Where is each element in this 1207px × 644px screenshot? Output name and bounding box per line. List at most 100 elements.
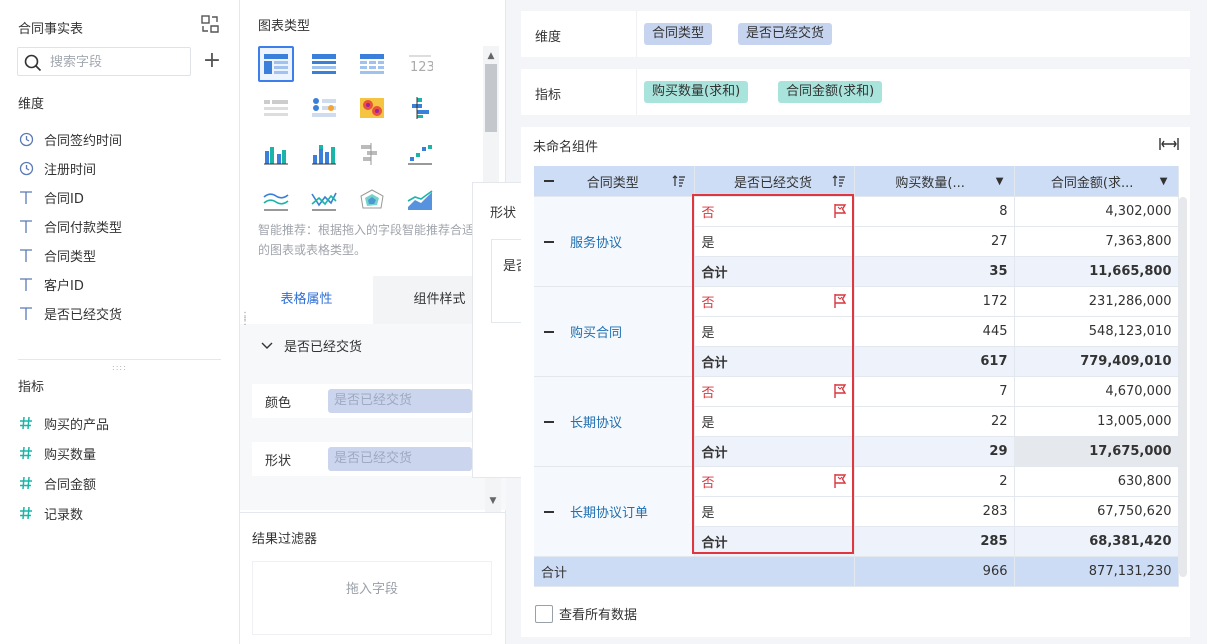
- waterfall-icon[interactable]: [354, 136, 390, 172]
- scroll-up-icon[interactable]: ▲: [486, 51, 496, 61]
- panel-drag-handle[interactable]: ⋮ ⋮: [240, 312, 250, 330]
- property-section-header[interactable]: 是否已经交货: [260, 336, 362, 355]
- delivered-cell: 是: [694, 316, 855, 347]
- dimension-bar: 维度 合同类型 是否已经交货: [521, 11, 1190, 57]
- bar-chart-icon[interactable]: [258, 136, 294, 172]
- resize-grip-icon[interactable]: ::::: [112, 363, 128, 372]
- shape-field-pill[interactable]: 是否已经交货: [328, 447, 472, 471]
- field-item[interactable]: 合同签约时间: [18, 128, 122, 150]
- text-type-icon: [18, 276, 34, 292]
- field-item[interactable]: 合同类型: [18, 244, 96, 266]
- drop-hint: 拖入字段: [345, 582, 398, 597]
- group-cell[interactable]: 服务协议: [534, 196, 695, 287]
- shape-property-row: 形状 是否已经交货: [252, 442, 473, 476]
- sort-icon[interactable]: [832, 175, 846, 187]
- metric-chip[interactable]: 购买数量(求和): [644, 81, 749, 103]
- table-header-row: 合同类型 是否已经交货 购买数量(... ▼ 合同金额(求... ▼: [534, 166, 1179, 197]
- collapse-all-icon[interactable]: [544, 180, 554, 182]
- delivered-cell: 合计: [694, 346, 855, 377]
- header-contract-type[interactable]: 合同类型: [534, 166, 695, 197]
- filter-drop-zone[interactable]: 拖入字段: [252, 561, 492, 635]
- cross-table-icon[interactable]: [258, 46, 294, 82]
- add-field-button[interactable]: +: [202, 50, 222, 72]
- group-table-icon[interactable]: [306, 46, 342, 82]
- field-item[interactable]: 购买数量: [18, 442, 96, 464]
- amount-cell: 779,409,010: [1014, 346, 1179, 377]
- expand-width-icon[interactable]: [1159, 137, 1179, 151]
- delivered-value: 是: [701, 326, 715, 341]
- view-all-data[interactable]: 查看所有数据: [535, 604, 637, 623]
- field-item[interactable]: 记录数: [18, 502, 83, 524]
- table-widget: 未命名组件 合同类型 是否已经交货 购买数量(... ▼ 合同金额(求... ▼…: [521, 127, 1190, 637]
- field-name: 合同类型: [44, 249, 97, 265]
- metric-bar-label: 指标: [535, 88, 562, 103]
- sort-icon[interactable]: [672, 175, 686, 187]
- text-widget-icon[interactable]: [258, 90, 294, 126]
- color-field-pill[interactable]: 是否已经交货: [328, 389, 472, 413]
- search-input[interactable]: [50, 52, 186, 72]
- collapse-icon[interactable]: [544, 420, 554, 423]
- header-label: 购买数量(...: [895, 175, 965, 191]
- detail-table-icon[interactable]: [354, 46, 390, 82]
- field-item[interactable]: 合同付款类型: [18, 215, 122, 237]
- property-tabs: 表格属性 组件样式: [240, 276, 506, 324]
- header-quantity[interactable]: 购买数量(... ▼: [854, 166, 1015, 197]
- table-scrollbar[interactable]: [1179, 197, 1187, 577]
- table-row: 长期协议订单 否 2 630,800: [534, 466, 1179, 557]
- radar-chart-icon[interactable]: [354, 182, 390, 218]
- scatter-bar-icon[interactable]: [402, 136, 438, 172]
- view-all-checkbox[interactable]: [535, 604, 553, 623]
- dimension-chip[interactable]: 是否已经交货: [738, 23, 833, 45]
- multi-line-icon[interactable]: [306, 182, 342, 218]
- header-amount[interactable]: 合同金额(求... ▼: [1014, 166, 1179, 197]
- scroll-thumb[interactable]: [485, 64, 497, 132]
- quantity-cell: 172: [854, 286, 1015, 317]
- panel-divider: [240, 512, 506, 513]
- scroll-down-icon[interactable]: ▼: [488, 496, 498, 506]
- field-item[interactable]: 合同金额: [18, 472, 96, 494]
- collapse-icon[interactable]: [544, 240, 554, 243]
- quantity-cell: 22: [854, 406, 1015, 437]
- number-card-icon[interactable]: 123: [402, 46, 438, 82]
- field-item[interactable]: 合同ID: [18, 186, 84, 208]
- color-label: 颜色: [265, 396, 292, 411]
- quantity-cell: 285: [854, 526, 1015, 557]
- flag-icon: [833, 204, 846, 218]
- result-filter-title: 结果过滤器: [252, 532, 318, 547]
- dot-matrix-icon[interactable]: [306, 90, 342, 126]
- field-item[interactable]: 是否已经交货: [18, 302, 122, 324]
- delivered-value: 合计: [701, 446, 728, 461]
- group-cell[interactable]: 长期协议: [534, 376, 695, 467]
- field-item[interactable]: 购买的产品: [18, 412, 109, 434]
- dropdown-arrow-icon[interactable]: ▼: [996, 176, 1004, 187]
- amount-cell: 630,800: [1014, 466, 1179, 497]
- field-name: 合同付款类型: [44, 220, 123, 236]
- group-cell[interactable]: 长期协议订单: [534, 466, 695, 557]
- group-name: 服务协议: [570, 236, 623, 251]
- stacked-bar-icon[interactable]: [306, 136, 342, 172]
- switch-dataset-icon[interactable]: [201, 15, 219, 33]
- field-search[interactable]: [17, 47, 191, 76]
- flag-icon: [833, 474, 846, 488]
- collapse-icon[interactable]: [544, 510, 554, 513]
- tab-table-properties[interactable]: 表格属性: [240, 276, 373, 324]
- delivered-value: 合计: [701, 536, 728, 551]
- quantity-cell: 29: [854, 436, 1015, 467]
- line-chart-icon[interactable]: [258, 182, 294, 218]
- widget-title: 未命名组件: [533, 140, 599, 155]
- field-item[interactable]: 注册时间: [18, 157, 96, 179]
- dimension-chip[interactable]: 合同类型: [644, 23, 713, 45]
- heatmap-icon[interactable]: [354, 90, 390, 126]
- delivered-value: 是: [701, 416, 715, 431]
- area-chart-icon[interactable]: [402, 182, 438, 218]
- header-delivered[interactable]: 是否已经交货: [694, 166, 855, 197]
- dropdown-arrow-icon[interactable]: ▼: [1160, 176, 1168, 187]
- metric-bar: 指标 购买数量(求和) 合同金额(求和): [521, 69, 1190, 115]
- group-cell[interactable]: 购买合同: [534, 286, 695, 377]
- group-name: 长期协议: [570, 416, 623, 431]
- collapse-icon[interactable]: [544, 330, 554, 333]
- hash-icon: [18, 475, 34, 491]
- field-item[interactable]: 客户ID: [18, 273, 84, 295]
- metric-chip[interactable]: 合同金额(求和): [778, 81, 883, 103]
- box-plot-icon[interactable]: [402, 90, 438, 126]
